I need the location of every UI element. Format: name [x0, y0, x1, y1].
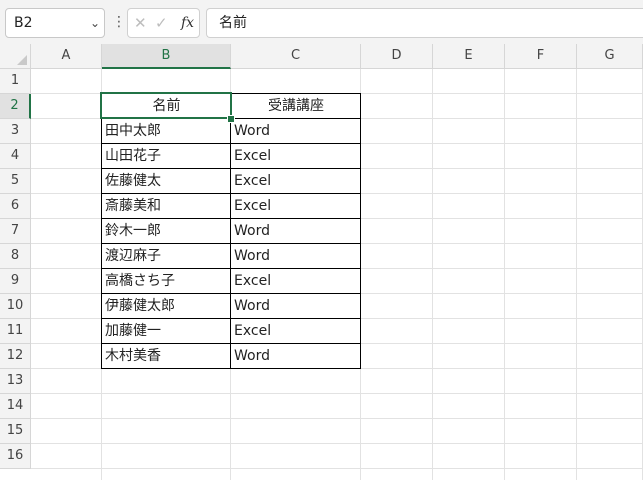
select-all-button[interactable] [0, 44, 31, 69]
table-divider-vertical [230, 93, 231, 369]
table-divider-horizontal [101, 343, 361, 344]
row-header-10[interactable]: 10 [0, 294, 31, 319]
name-box-value: B2 [14, 15, 33, 31]
formula-bar: B2 ⌄ ⋮ ✕ ✓ fx 名前 [0, 0, 643, 45]
row-header-1[interactable]: 1 [0, 69, 31, 94]
table-divider-horizontal [101, 143, 361, 144]
row-header-16[interactable]: 16 [0, 444, 31, 469]
gridline-vertical [576, 69, 577, 480]
row-header-7[interactable]: 7 [0, 219, 31, 244]
check-icon[interactable]: ✓ [155, 14, 168, 32]
row-header-4[interactable]: 4 [0, 144, 31, 169]
row-header-6[interactable]: 6 [0, 194, 31, 219]
spreadsheet-grid[interactable]: A B C D E F G 1 2 3 4 5 6 7 8 9 10 11 12 13 14 15 16 名前 受講講座 田中太郎… [0, 44, 643, 480]
table-cell[interactable]: Word [231, 294, 361, 319]
row-header-14[interactable]: 14 [0, 394, 31, 419]
row-header-9[interactable]: 9 [0, 269, 31, 294]
row-header-11[interactable]: 11 [0, 319, 31, 344]
formula-buttons: ✕ ✓ fx [127, 8, 200, 38]
table-cell[interactable]: Word [231, 119, 361, 144]
table-cell[interactable]: 鈴木一郎 [102, 219, 231, 244]
column-header-b[interactable]: B [102, 44, 231, 69]
table-cell[interactable]: 斎藤美和 [102, 194, 231, 219]
column-header-d[interactable]: D [361, 44, 433, 69]
table-divider-horizontal [101, 268, 361, 269]
table-divider-horizontal [101, 168, 361, 169]
table-divider-horizontal [101, 218, 361, 219]
table-cell[interactable]: Word [231, 219, 361, 244]
close-icon[interactable]: ✕ [134, 14, 147, 32]
gridline-horizontal [31, 443, 643, 444]
table-cell[interactable]: 木村美香 [102, 344, 231, 369]
table-cell[interactable]: Word [231, 344, 361, 369]
table-divider-horizontal [101, 243, 361, 244]
table-cell[interactable]: 田中太郎 [102, 119, 231, 144]
gridline-horizontal [31, 468, 643, 469]
table-cell[interactable]: 佐藤健太 [102, 169, 231, 194]
table-header-cell[interactable]: 名前 [102, 94, 231, 119]
table-cell[interactable]: 山田花子 [102, 144, 231, 169]
table-cell[interactable]: Excel [231, 194, 361, 219]
table-cell[interactable]: 高橋さち子 [102, 269, 231, 294]
table-cell[interactable]: Word [231, 244, 361, 269]
column-header-a[interactable]: A [31, 44, 102, 69]
name-box[interactable]: B2 ⌄ [5, 8, 105, 38]
row-header-12[interactable]: 12 [0, 344, 31, 369]
gridline-horizontal [31, 393, 643, 394]
table-divider-horizontal [101, 293, 361, 294]
table-cell[interactable]: 渡辺麻子 [102, 244, 231, 269]
vertical-ellipsis-icon[interactable]: ⋮ [112, 13, 126, 31]
gridline-vertical [504, 69, 505, 480]
table-divider-horizontal [101, 318, 361, 319]
table-cell[interactable]: Excel [231, 269, 361, 294]
column-header-f[interactable]: F [505, 44, 577, 69]
row-header-5[interactable]: 5 [0, 169, 31, 194]
table-header-cell[interactable]: 受講講座 [231, 94, 361, 119]
table-cell[interactable]: 加藤健一 [102, 319, 231, 344]
insert-function-icon[interactable]: fx [181, 15, 194, 31]
row-header-3[interactable]: 3 [0, 119, 31, 144]
column-header-g[interactable]: G [577, 44, 643, 69]
row-header-8[interactable]: 8 [0, 244, 31, 269]
column-header-c[interactable]: C [231, 44, 361, 69]
formula-input[interactable]: 名前 [206, 8, 643, 38]
row-header-13[interactable]: 13 [0, 369, 31, 394]
column-header-e[interactable]: E [433, 44, 505, 69]
row-header-15[interactable]: 15 [0, 419, 31, 444]
fill-handle[interactable] [227, 115, 235, 123]
table-cell[interactable]: Excel [231, 169, 361, 194]
chevron-down-icon[interactable]: ⌄ [90, 9, 100, 37]
gridline-vertical [432, 69, 433, 480]
row-header-2[interactable]: 2 [0, 94, 31, 119]
table-cell[interactable]: 伊藤健太郎 [102, 294, 231, 319]
table-divider-horizontal [101, 193, 361, 194]
table-cell[interactable]: Excel [231, 319, 361, 344]
table-cell[interactable]: Excel [231, 144, 361, 169]
gridline-horizontal [31, 418, 643, 419]
